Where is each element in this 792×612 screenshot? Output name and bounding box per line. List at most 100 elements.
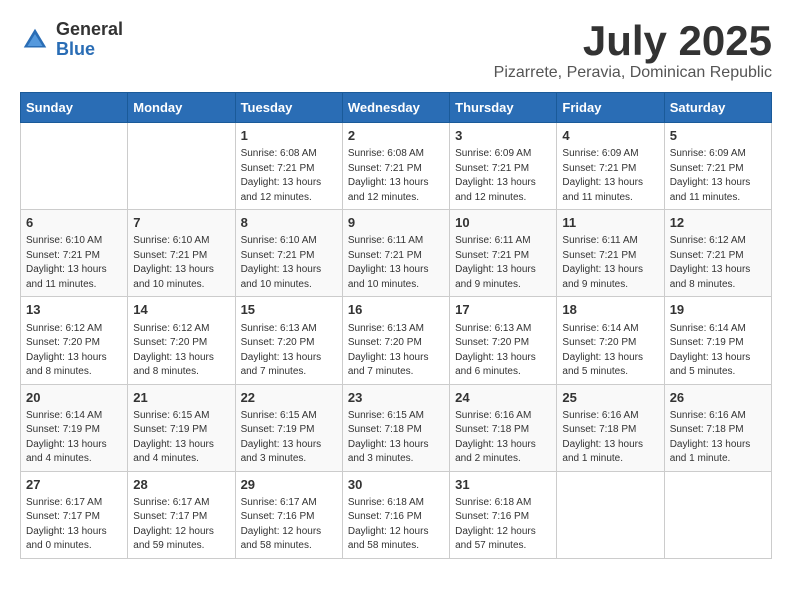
day-info: Sunrise: 6:10 AM Sunset: 7:21 PM Dayligh… [241, 234, 337, 292]
weekday-header-thursday: Thursday [450, 93, 557, 123]
calendar-day-cell: 6Sunrise: 6:10 AM Sunset: 7:21 PM Daylig… [21, 210, 128, 297]
calendar-day-cell: 5 Sunrise: 6:09 AM Sunset: 7:21 PM Daylig… [664, 123, 771, 210]
day-number: 17 [455, 301, 551, 319]
calendar-day-cell: 11 Sunrise: 6:11 AM Sunset: 7:21 PM Dayli… [557, 210, 664, 297]
day-info: Sunrise: 6:08 AM Sunset: 7:21 PM Dayligh… [241, 147, 337, 205]
day-number: 14 [133, 301, 229, 319]
calendar-day-cell: 21 Sunrise: 6:15 AM Sunset: 7:19 PM Dayli… [128, 384, 235, 471]
calendar-day-cell: 3 Sunrise: 6:09 AM Sunset: 7:21 PM Daylig… [450, 123, 557, 210]
day-info: Sunrise: 6:09 AM Sunset: 7:21 PM Dayligh… [455, 147, 551, 205]
day-info: Sunrise: 6:17 AM Sunset: 7:16 PM Dayligh… [241, 496, 337, 554]
calendar-day-cell: 22Sunrise: 6:15 AM Sunset: 7:19 PM Dayli… [235, 384, 342, 471]
calendar-day-cell: 31 Sunrise: 6:18 AM Sunset: 7:16 PM Dayli… [450, 471, 557, 558]
day-number: 26 [670, 389, 766, 407]
day-info: Sunrise: 6:09 AM Sunset: 7:21 PM Dayligh… [670, 147, 766, 205]
day-number: 1 [241, 127, 337, 145]
day-info: Sunrise: 6:12 AM Sunset: 7:20 PM Dayligh… [26, 322, 122, 380]
calendar-day-cell: 20 Sunrise: 6:14 AM Sunset: 7:19 PM Dayli… [21, 384, 128, 471]
day-info: Sunrise: 6:18 AM Sunset: 7:16 PM Dayligh… [348, 496, 444, 554]
day-info: Sunrise: 6:14 AM Sunset: 7:20 PM Dayligh… [562, 322, 658, 380]
calendar-day-cell: 16Sunrise: 6:13 AM Sunset: 7:20 PM Dayli… [342, 297, 449, 384]
calendar-day-cell: 28Sunrise: 6:17 AM Sunset: 7:17 PM Dayli… [128, 471, 235, 558]
day-info: Sunrise: 6:18 AM Sunset: 7:16 PM Dayligh… [455, 496, 551, 554]
calendar-day-cell [21, 123, 128, 210]
calendar-day-cell: 19Sunrise: 6:14 AM Sunset: 7:19 PM Dayli… [664, 297, 771, 384]
calendar-day-cell: 18 Sunrise: 6:14 AM Sunset: 7:20 PM Dayli… [557, 297, 664, 384]
calendar-week-row: 20 Sunrise: 6:14 AM Sunset: 7:19 PM Dayli… [21, 384, 772, 471]
weekday-header-tuesday: Tuesday [235, 93, 342, 123]
calendar-day-cell: 7 Sunrise: 6:10 AM Sunset: 7:21 PM Daylig… [128, 210, 235, 297]
day-info: Sunrise: 6:08 AM Sunset: 7:21 PM Dayligh… [348, 147, 444, 205]
logo: General Blue [20, 20, 123, 60]
day-number: 13 [26, 301, 122, 319]
calendar-day-cell: 23Sunrise: 6:15 AM Sunset: 7:18 PM Dayli… [342, 384, 449, 471]
day-number: 20 [26, 389, 122, 407]
calendar-day-cell: 2Sunrise: 6:08 AM Sunset: 7:21 PM Daylig… [342, 123, 449, 210]
calendar-table: SundayMondayTuesdayWednesdayThursdayFrid… [20, 92, 772, 559]
day-info: Sunrise: 6:15 AM Sunset: 7:19 PM Dayligh… [241, 409, 337, 467]
calendar-day-cell: 17 Sunrise: 6:13 AM Sunset: 7:20 PM Dayli… [450, 297, 557, 384]
day-number: 9 [348, 214, 444, 232]
calendar-day-cell: 10Sunrise: 6:11 AM Sunset: 7:21 PM Dayli… [450, 210, 557, 297]
day-number: 27 [26, 476, 122, 494]
calendar-week-row: 27 Sunrise: 6:17 AM Sunset: 7:17 PM Dayli… [21, 471, 772, 558]
calendar-day-cell: 30 Sunrise: 6:18 AM Sunset: 7:16 PM Dayli… [342, 471, 449, 558]
day-number: 10 [455, 214, 551, 232]
calendar-day-cell: 24 Sunrise: 6:16 AM Sunset: 7:18 PM Dayli… [450, 384, 557, 471]
day-number: 21 [133, 389, 229, 407]
day-info: Sunrise: 6:13 AM Sunset: 7:20 PM Dayligh… [455, 322, 551, 380]
page-header: General Blue July 2025 Pizarrete, Peravi… [20, 20, 772, 82]
day-info: Sunrise: 6:12 AM Sunset: 7:21 PM Dayligh… [670, 234, 766, 292]
weekday-header-monday: Monday [128, 93, 235, 123]
day-info: Sunrise: 6:12 AM Sunset: 7:20 PM Dayligh… [133, 322, 229, 380]
day-number: 8 [241, 214, 337, 232]
day-number: 11 [562, 214, 658, 232]
day-number: 3 [455, 127, 551, 145]
logo-icon [20, 25, 50, 55]
day-number: 7 [133, 214, 229, 232]
day-info: Sunrise: 6:11 AM Sunset: 7:21 PM Dayligh… [562, 234, 658, 292]
logo-blue-text: Blue [56, 40, 123, 60]
day-number: 25 [562, 389, 658, 407]
day-info: Sunrise: 6:09 AM Sunset: 7:21 PM Dayligh… [562, 147, 658, 205]
day-number: 28 [133, 476, 229, 494]
calendar-day-cell: 25 Sunrise: 6:16 AM Sunset: 7:18 PM Dayli… [557, 384, 664, 471]
day-info: Sunrise: 6:17 AM Sunset: 7:17 PM Dayligh… [26, 496, 122, 554]
day-number: 12 [670, 214, 766, 232]
calendar-day-cell: 12 Sunrise: 6:12 AM Sunset: 7:21 PM Dayli… [664, 210, 771, 297]
day-info: Sunrise: 6:11 AM Sunset: 7:21 PM Dayligh… [348, 234, 444, 292]
calendar-week-row: 1 Sunrise: 6:08 AM Sunset: 7:21 PM Daylig… [21, 123, 772, 210]
day-info: Sunrise: 6:10 AM Sunset: 7:21 PM Dayligh… [133, 234, 229, 292]
day-info: Sunrise: 6:15 AM Sunset: 7:18 PM Dayligh… [348, 409, 444, 467]
day-number: 30 [348, 476, 444, 494]
day-number: 5 [670, 127, 766, 145]
day-info: Sunrise: 6:16 AM Sunset: 7:18 PM Dayligh… [455, 409, 551, 467]
day-info: Sunrise: 6:14 AM Sunset: 7:19 PM Dayligh… [670, 322, 766, 380]
title-block: July 2025 Pizarrete, Peravia, Dominican … [494, 20, 772, 82]
day-info: Sunrise: 6:16 AM Sunset: 7:18 PM Dayligh… [670, 409, 766, 467]
day-number: 6 [26, 214, 122, 232]
day-info: Sunrise: 6:13 AM Sunset: 7:20 PM Dayligh… [241, 322, 337, 380]
day-number: 31 [455, 476, 551, 494]
day-info: Sunrise: 6:15 AM Sunset: 7:19 PM Dayligh… [133, 409, 229, 467]
calendar-day-cell [128, 123, 235, 210]
calendar-header: SundayMondayTuesdayWednesdayThursdayFrid… [21, 93, 772, 123]
logo-general-text: General [56, 20, 123, 40]
weekday-header-wednesday: Wednesday [342, 93, 449, 123]
day-number: 4 [562, 127, 658, 145]
weekday-header-saturday: Saturday [664, 93, 771, 123]
day-number: 24 [455, 389, 551, 407]
calendar-day-cell: 13 Sunrise: 6:12 AM Sunset: 7:20 PM Dayli… [21, 297, 128, 384]
calendar-day-cell: 27 Sunrise: 6:17 AM Sunset: 7:17 PM Dayli… [21, 471, 128, 558]
weekday-header-sunday: Sunday [21, 93, 128, 123]
calendar-day-cell [664, 471, 771, 558]
day-info: Sunrise: 6:16 AM Sunset: 7:18 PM Dayligh… [562, 409, 658, 467]
weekday-header-friday: Friday [557, 93, 664, 123]
month-title: July 2025 [494, 20, 772, 62]
day-number: 18 [562, 301, 658, 319]
calendar-day-cell: 15Sunrise: 6:13 AM Sunset: 7:20 PM Dayli… [235, 297, 342, 384]
calendar-day-cell: 4 Sunrise: 6:09 AM Sunset: 7:21 PM Daylig… [557, 123, 664, 210]
calendar-day-cell: 26 Sunrise: 6:16 AM Sunset: 7:18 PM Dayli… [664, 384, 771, 471]
calendar-week-row: 13 Sunrise: 6:12 AM Sunset: 7:20 PM Dayli… [21, 297, 772, 384]
day-info: Sunrise: 6:14 AM Sunset: 7:19 PM Dayligh… [26, 409, 122, 467]
